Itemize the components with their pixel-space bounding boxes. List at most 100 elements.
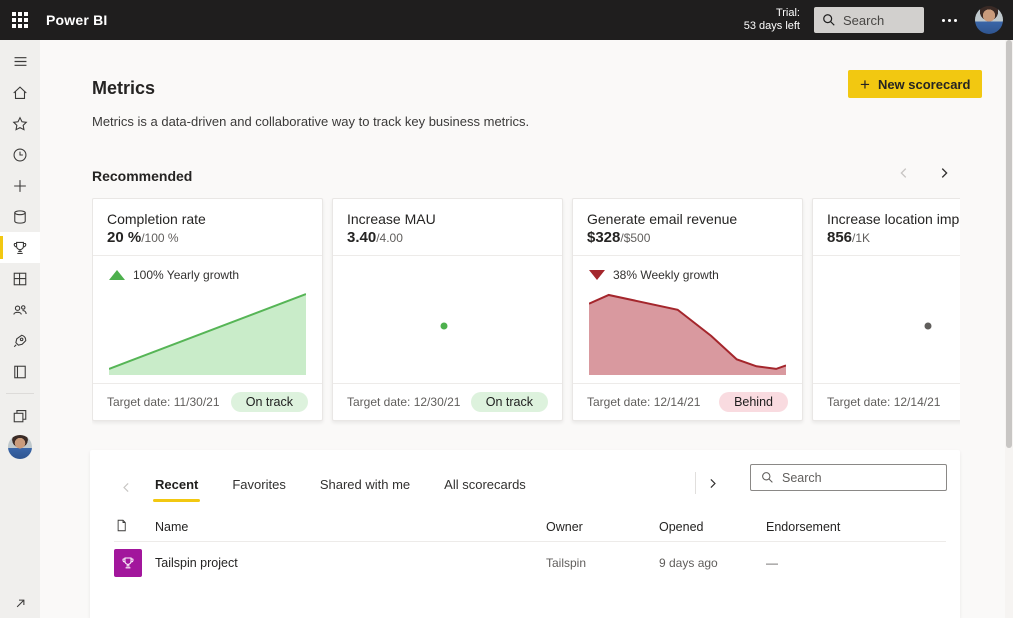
shared-people-icon xyxy=(11,301,29,319)
target-date: Target date: 11/30/21 xyxy=(107,395,220,409)
page-description: Metrics is a data-driven and collaborati… xyxy=(92,114,529,129)
sidebar-item-my-workspace[interactable] xyxy=(0,431,40,462)
status-badge: On track xyxy=(471,392,548,412)
tabs-scroll-right-button[interactable] xyxy=(704,475,721,492)
tab-recent[interactable]: Recent xyxy=(153,473,200,502)
sidebar-item-favorites[interactable] xyxy=(0,108,40,139)
main-content: Metrics Metrics is a data-driven and col… xyxy=(40,40,1013,618)
account-avatar[interactable] xyxy=(975,6,1003,34)
carousel-nav xyxy=(895,164,953,182)
left-nav-rail xyxy=(0,40,40,618)
favorites-star-icon xyxy=(11,115,29,133)
trend-indicator: 38% Weekly growth xyxy=(589,266,786,284)
metric-card-completion-rate[interactable]: Completion rate 20 %/100 % 100% Yearly g… xyxy=(92,198,323,421)
sidebar-item-home[interactable] xyxy=(0,77,40,108)
sidebar-item-recent[interactable] xyxy=(0,139,40,170)
sidebar-item-datasets[interactable] xyxy=(0,201,40,232)
metric-title: Generate email revenue xyxy=(587,211,788,227)
home-icon xyxy=(11,84,29,102)
expand-nav-button[interactable] xyxy=(0,588,40,618)
column-owner[interactable]: Owner xyxy=(546,520,659,534)
menu-icon xyxy=(12,53,29,70)
metric-value: 856/1K xyxy=(827,229,960,247)
sidebar-item-workspaces[interactable] xyxy=(0,400,40,431)
metric-card-email-revenue[interactable]: Generate email revenue $328/$500 38% Wee… xyxy=(572,198,803,421)
metric-value: 3.40/4.00 xyxy=(347,229,548,247)
deployment-rocket-icon xyxy=(11,332,29,350)
workspaces-layers-icon xyxy=(11,407,29,425)
scorecard-trophy-icon xyxy=(114,549,142,577)
metric-title: Increase location impressions xyxy=(827,211,960,227)
chevron-right-icon xyxy=(706,477,719,490)
table-header: Name Owner Opened Endorsement xyxy=(114,512,946,542)
sparkline-chart xyxy=(589,288,786,375)
vertical-scrollbar[interactable] xyxy=(1005,40,1013,618)
scorecard-endorsement: — xyxy=(766,556,946,570)
global-search-input[interactable] xyxy=(843,13,913,28)
recent-clock-icon xyxy=(11,146,29,164)
scrollbar-thumb[interactable] xyxy=(1006,40,1012,448)
chevron-left-icon xyxy=(120,481,133,494)
learn-book-icon xyxy=(11,363,29,381)
metric-title: Increase MAU xyxy=(347,211,548,227)
top-app-bar: Power BI Trial: 53 days left xyxy=(0,0,1013,40)
page-title: Metrics xyxy=(92,78,155,99)
target-date: Target date: 12/30/21 xyxy=(347,395,460,409)
status-badge: Behind xyxy=(719,392,788,412)
global-search-box[interactable] xyxy=(814,7,924,33)
trend-indicator: 100% Yearly growth xyxy=(109,266,306,284)
datasets-database-icon xyxy=(11,208,29,226)
metric-card-location-impressions[interactable]: Increase location impressions 856/1K Tar… xyxy=(812,198,960,421)
search-icon xyxy=(761,471,774,484)
sidebar-item-learn[interactable] xyxy=(0,356,40,387)
app-launcher-waffle-icon[interactable] xyxy=(0,0,40,40)
app-title: Power BI xyxy=(46,12,108,28)
status-badge: On track xyxy=(231,392,308,412)
scorecards-search-input[interactable] xyxy=(782,471,912,485)
column-name[interactable]: Name xyxy=(155,520,546,534)
carousel-prev-button[interactable] xyxy=(895,164,913,182)
more-options-ellipsis-icon[interactable] xyxy=(938,13,961,28)
trial-status: Trial: 53 days left xyxy=(744,7,800,33)
apps-layout-icon xyxy=(11,270,29,288)
metric-value: $328/$500 xyxy=(587,229,788,247)
expand-diagonal-arrow-icon xyxy=(13,596,28,611)
tab-favorites[interactable]: Favorites xyxy=(230,473,287,502)
metric-title: Completion rate xyxy=(107,211,308,227)
sidebar-item-pipelines[interactable] xyxy=(0,325,40,356)
metric-card-increase-mau[interactable]: Increase MAU 3.40/4.00 Target date: 12/3… xyxy=(332,198,563,421)
recommended-carousel: Completion rate 20 %/100 % 100% Yearly g… xyxy=(92,198,960,426)
sidebar-item-create[interactable] xyxy=(0,170,40,201)
new-scorecard-button[interactable]: + New scorecard xyxy=(848,70,982,98)
create-plus-icon xyxy=(11,177,29,195)
scorecard-row[interactable]: Tailspin project Tailspin 9 days ago — xyxy=(114,543,946,583)
sparkline-chart xyxy=(109,288,306,375)
trend-up-icon xyxy=(109,270,125,280)
recommended-section-title: Recommended xyxy=(92,168,192,184)
tab-shared-with-me[interactable]: Shared with me xyxy=(318,473,412,502)
column-endorsement[interactable]: Endorsement xyxy=(766,520,946,534)
chevron-left-icon xyxy=(897,166,911,180)
tab-all-scorecards[interactable]: All scorecards xyxy=(442,473,528,502)
plus-icon: + xyxy=(860,76,870,93)
carousel-next-button[interactable] xyxy=(935,164,953,182)
tabs-scroll-left-button[interactable] xyxy=(118,479,135,496)
scorecard-name[interactable]: Tailspin project xyxy=(155,556,546,570)
scorecards-tabs: Recent Favorites Shared with me All scor… xyxy=(153,473,528,502)
sparkline-chart xyxy=(349,266,546,375)
sidebar-item-shared[interactable] xyxy=(0,294,40,325)
nav-menu-toggle[interactable] xyxy=(0,46,40,77)
sparkline-chart xyxy=(829,266,960,375)
column-opened[interactable]: Opened xyxy=(659,520,766,534)
sidebar-item-metrics[interactable] xyxy=(0,232,40,263)
trend-down-icon xyxy=(589,270,605,280)
metrics-trophy-icon xyxy=(11,239,29,257)
scorecards-panel: Recent Favorites Shared with me All scor… xyxy=(90,450,960,618)
target-date: Target date: 12/14/21 xyxy=(587,395,700,409)
metric-value: 20 %/100 % xyxy=(107,229,308,247)
scorecards-search-box[interactable] xyxy=(750,464,947,491)
sidebar-item-apps[interactable] xyxy=(0,263,40,294)
my-workspace-avatar xyxy=(8,435,32,459)
nav-divider xyxy=(6,393,34,394)
chevron-right-icon xyxy=(937,166,951,180)
